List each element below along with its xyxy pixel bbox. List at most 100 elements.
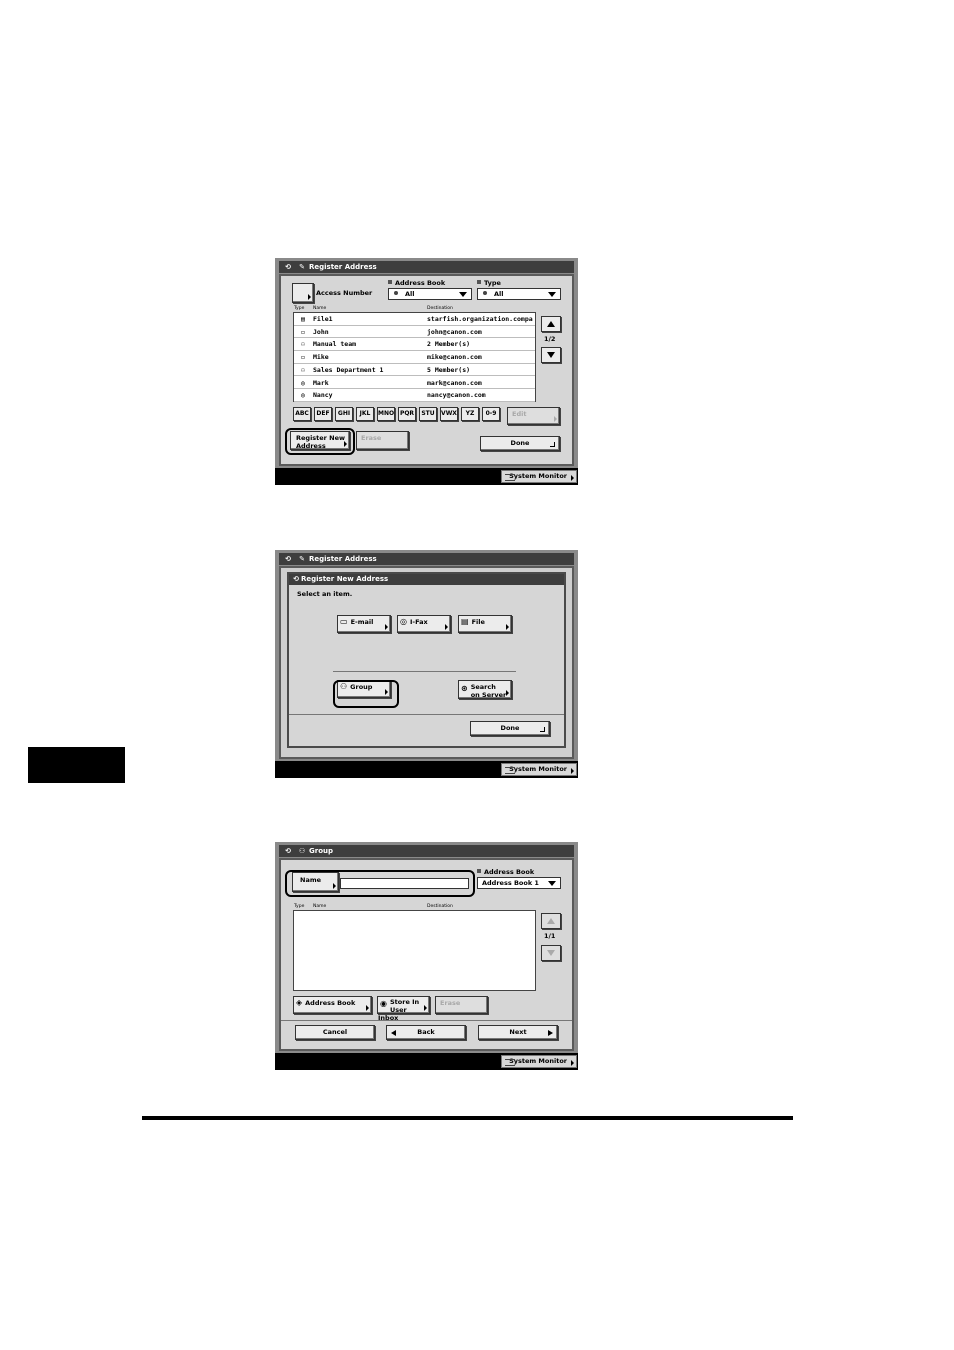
index-key-abc[interactable]: ABC bbox=[293, 407, 311, 421]
erase-label: Erase bbox=[361, 434, 382, 442]
edit-button[interactable]: Edit bbox=[507, 407, 560, 425]
arrow-right-icon bbox=[424, 1005, 427, 1011]
email-button[interactable]: ▭ E-mail bbox=[337, 615, 391, 633]
table-row[interactable]: ▤ File1 starfish.organization.compa bbox=[294, 313, 535, 326]
row-destination: nancy@canon.com bbox=[427, 391, 486, 400]
done-button[interactable]: Done bbox=[480, 436, 560, 451]
row-name: Nancy bbox=[313, 391, 333, 400]
table-row[interactable]: ▭ Mike mike@canon.com bbox=[294, 351, 535, 364]
scroll-up-button[interactable] bbox=[541, 913, 561, 929]
index-key-ghi[interactable]: GHI bbox=[335, 407, 353, 421]
reset-icon: ⟲ bbox=[285, 555, 291, 563]
scroll-up-button[interactable] bbox=[541, 316, 561, 332]
page-indicator: 1/1 bbox=[544, 932, 556, 940]
email-icon: ▭ bbox=[301, 327, 305, 336]
ifax-button[interactable]: ◎ I-Fax bbox=[397, 615, 451, 633]
address-book-select[interactable]: All bbox=[388, 288, 472, 300]
address-book-icon: ✎ bbox=[299, 263, 305, 271]
address-book-button-label: Address Book bbox=[305, 999, 356, 1007]
cancel-button[interactable]: Cancel bbox=[295, 1025, 375, 1040]
index-key-def[interactable]: DEF bbox=[314, 407, 332, 421]
back-button[interactable]: Back bbox=[386, 1025, 466, 1040]
address-book-select[interactable]: Address Book 1 bbox=[477, 877, 561, 889]
system-monitor-button[interactable]: System Monitor bbox=[501, 1055, 577, 1068]
index-key-jkl[interactable]: JKL bbox=[356, 407, 374, 421]
table-row[interactable]: ⚇ Sales Department 1 5 Member(s) bbox=[294, 364, 535, 377]
arrow-right-icon bbox=[308, 294, 311, 300]
search-line2: on Server bbox=[470, 691, 507, 699]
row-destination: mike@canon.com bbox=[427, 353, 482, 362]
email-icon: ▭ bbox=[301, 353, 305, 362]
system-monitor-button[interactable]: System Monitor bbox=[501, 470, 577, 483]
back-label: Back bbox=[417, 1028, 435, 1036]
file-icon: ▤ bbox=[461, 617, 469, 626]
address-book-label-text: Address Book bbox=[484, 868, 535, 876]
type-select[interactable]: All bbox=[477, 288, 561, 300]
highlight-group bbox=[333, 680, 399, 708]
index-key-stu[interactable]: STU bbox=[419, 407, 437, 421]
row-name: Mark bbox=[313, 378, 329, 387]
index-key-vwx[interactable]: VWX bbox=[440, 407, 458, 421]
group-icon: ⚇ bbox=[301, 365, 305, 374]
group-icon: ⚇ bbox=[301, 340, 305, 349]
erase-button[interactable]: Erase bbox=[435, 996, 488, 1014]
erase-button[interactable]: Erase bbox=[356, 431, 409, 450]
bottom-bar: System Monitor bbox=[275, 1053, 578, 1070]
enter-icon bbox=[550, 442, 555, 447]
screen-title: Register Address bbox=[309, 263, 377, 271]
column-destination: Destination bbox=[427, 306, 453, 311]
row-destination: starfish.organization.compa bbox=[427, 315, 533, 323]
row-destination: 2 Member(s) bbox=[427, 340, 471, 349]
highlight-name bbox=[285, 870, 475, 897]
table-row[interactable]: ◎ Mark mark@canon.com bbox=[294, 377, 535, 390]
monitor-icon bbox=[505, 474, 515, 481]
cancel-label: Cancel bbox=[322, 1028, 348, 1036]
monitor-icon bbox=[505, 1059, 515, 1066]
table-row[interactable]: ⚇ Manual team 2 Member(s) bbox=[294, 338, 535, 352]
search-line1: Search bbox=[470, 683, 496, 691]
row-name: John bbox=[313, 327, 329, 336]
type-label: Type bbox=[477, 279, 501, 287]
store-in-user-inbox-button[interactable]: ◉ Store In User Inbox bbox=[377, 996, 430, 1022]
scroll-down-button[interactable] bbox=[541, 347, 561, 363]
reset-icon: ⟲ bbox=[293, 575, 299, 583]
scroll-down-button[interactable] bbox=[541, 945, 561, 961]
inbox-icon: ◉ bbox=[380, 999, 387, 1008]
index-key-mno[interactable]: MNO bbox=[377, 407, 395, 421]
index-key-yz[interactable]: YZ bbox=[461, 407, 479, 421]
table-row[interactable]: ▭ John john@canon.com bbox=[294, 326, 535, 339]
file-button[interactable]: ▤ File bbox=[458, 615, 512, 633]
access-number-button[interactable] bbox=[292, 283, 314, 303]
address-book-button[interactable]: ◈ Address Book bbox=[293, 996, 372, 1014]
divider bbox=[333, 671, 516, 672]
reset-icon: ⟲ bbox=[285, 263, 291, 271]
table-row[interactable]: ◎ Nancy nancy@canon.com bbox=[294, 389, 535, 402]
divider bbox=[281, 1020, 572, 1021]
next-button[interactable]: Next bbox=[478, 1025, 558, 1040]
row-name: Manual team bbox=[313, 340, 357, 349]
ifax-icon: ◎ bbox=[400, 617, 407, 626]
done-label: Done bbox=[500, 724, 520, 732]
chapter-tab bbox=[28, 747, 125, 783]
register-new-address-screen: ⟲ ✎ Register Address ⟲ Register New Address… bbox=[275, 550, 578, 778]
title-bar: ⟲ ✎ Register Address bbox=[279, 261, 574, 273]
screen-title: Group bbox=[309, 847, 334, 855]
background-panel: ⟲ Register New Address Select an item. ▭ E… bbox=[279, 566, 574, 759]
arrow-right-icon bbox=[385, 624, 388, 630]
address-book-icon: ✎ bbox=[299, 555, 305, 563]
column-name: Name bbox=[313, 904, 327, 909]
ifax-icon: ◎ bbox=[301, 391, 305, 400]
arrow-right-icon bbox=[366, 1005, 369, 1011]
monitor-icon bbox=[505, 767, 515, 774]
row-name: Sales Department 1 bbox=[313, 365, 384, 374]
system-monitor-label: System Monitor bbox=[509, 765, 567, 773]
system-monitor-button[interactable]: System Monitor bbox=[501, 763, 577, 776]
file-icon: ▤ bbox=[301, 315, 305, 323]
index-key-0-9[interactable]: 0-9 bbox=[482, 407, 500, 421]
address-book-label: Address Book bbox=[477, 868, 534, 876]
search-on-server-button[interactable]: ⊛ Search on Server bbox=[458, 680, 512, 699]
index-key-pqr[interactable]: PQR bbox=[398, 407, 416, 421]
next-label: Next bbox=[509, 1028, 527, 1036]
done-button[interactable]: Done bbox=[470, 721, 550, 736]
bottom-bar: System Monitor bbox=[275, 468, 578, 485]
